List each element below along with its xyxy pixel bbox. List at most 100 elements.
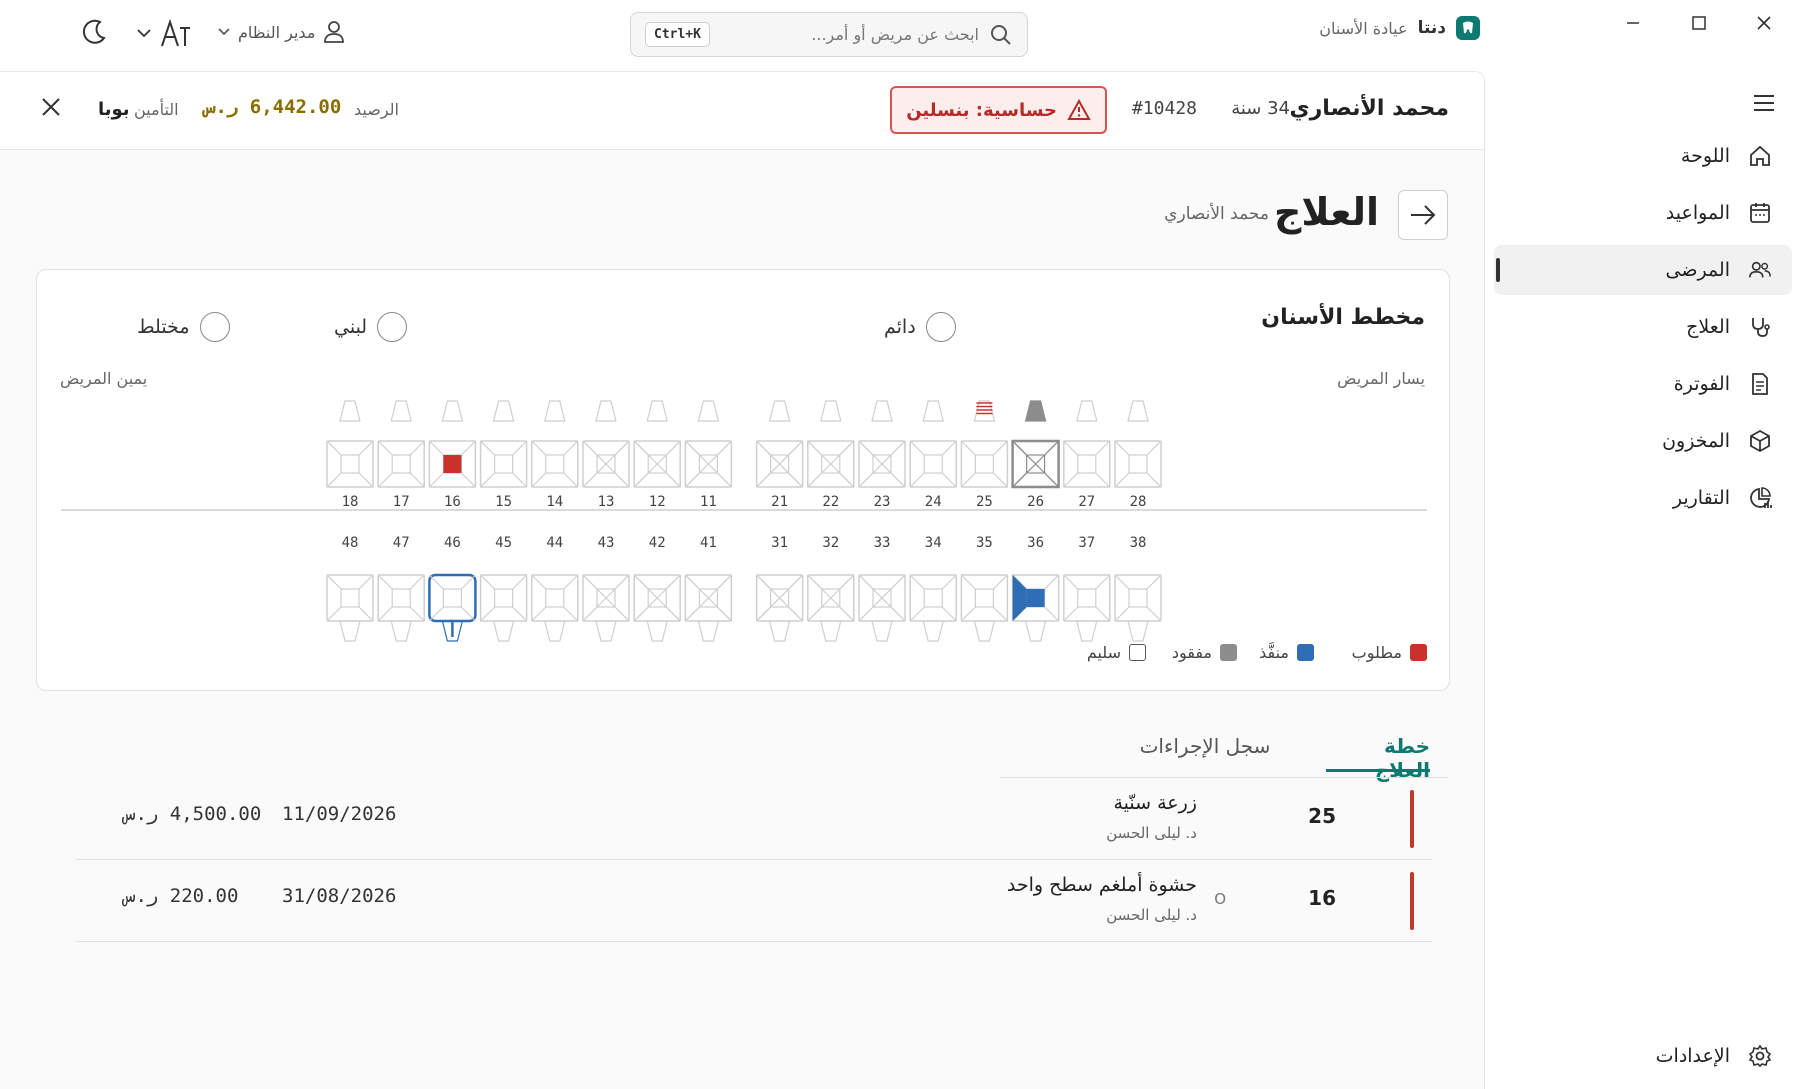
tooth-root — [768, 620, 791, 642]
status-bar — [1410, 872, 1414, 930]
tooth-44[interactable]: 44 — [531, 535, 579, 642]
tooth-47[interactable]: 47 — [377, 535, 425, 642]
tooth-number-label: 43 — [598, 535, 615, 551]
tooth-13[interactable]: 13 — [582, 400, 630, 510]
dentition-mixed-radio[interactable]: مختلط — [137, 312, 230, 342]
tooth-11[interactable]: 11 — [684, 400, 733, 510]
tooth-root — [922, 620, 944, 642]
tooth-number: 25 — [1308, 804, 1336, 828]
tooth-31[interactable]: 31 — [755, 535, 804, 642]
tab-treatment-plan[interactable]: خطة العلاج — [1326, 724, 1430, 782]
back-button[interactable] — [1398, 190, 1448, 240]
tooth-number-label: 38 — [1130, 535, 1147, 551]
tooth-root — [1076, 400, 1098, 422]
tooth-41[interactable]: 41 — [684, 535, 733, 642]
tooth-number-label: 34 — [925, 535, 942, 551]
tooth-37[interactable]: 37 — [1063, 535, 1111, 642]
close-patient-button[interactable] — [40, 96, 62, 118]
dentition-permanent-radio[interactable]: دائم — [884, 312, 956, 342]
tooth-12[interactable]: 12 — [633, 400, 681, 510]
tooth-28[interactable]: 28 — [1114, 400, 1162, 510]
font-size-icon — [137, 18, 190, 47]
dentition-primary-radio[interactable]: لبني — [334, 312, 408, 342]
tooth-root — [390, 400, 412, 422]
user-menu[interactable]: مدير النظام — [218, 20, 345, 44]
occlusal-surface — [391, 454, 411, 474]
tooth-48[interactable]: 48 — [326, 535, 374, 642]
tooth-16[interactable]: 16 — [428, 400, 477, 510]
sidebar-item-inventory[interactable]: المخزون — [1494, 416, 1792, 466]
sidebar: اللوحة المواعيد المرضى العلاج الفوترة ال… — [1485, 71, 1800, 1089]
occlusal-surface — [1077, 454, 1097, 474]
tooth-root — [544, 620, 566, 642]
sidebar-item-treatment[interactable]: العلاج — [1494, 302, 1792, 352]
legend-swatch — [1410, 644, 1427, 661]
tooth-number-label: 18 — [342, 494, 359, 510]
page-title: العلاج — [1274, 190, 1379, 234]
tooth-number-label: 22 — [822, 494, 839, 510]
balance-value: 6,442.00 ر.س — [204, 96, 342, 118]
tooth-chart: 18 17 16 15 14 13 12 11 21 22 23 24 25 26 27 28 48 47 46 45… — [61, 400, 1427, 642]
tooth-root — [973, 400, 996, 422]
minimize-window-button[interactable] — [1605, 8, 1661, 38]
tooth-27[interactable]: 27 — [1063, 400, 1111, 510]
tooth-15[interactable]: 15 — [479, 400, 528, 510]
tooth-21[interactable]: 21 — [755, 400, 804, 510]
tooth-number-label: 44 — [546, 535, 563, 551]
tooth-number-label: 13 — [598, 494, 615, 510]
sidebar-item-settings[interactable]: الإعدادات — [1494, 1031, 1792, 1081]
radio-label: لبني — [334, 316, 368, 338]
maximize-window-button[interactable] — [1671, 8, 1727, 38]
tooth-root — [1127, 620, 1149, 642]
search-shortcut-badge: Ctrl+K — [645, 22, 710, 47]
close-window-button[interactable] — [1736, 8, 1792, 38]
tooth-25[interactable]: 25 — [960, 400, 1009, 510]
tooth-number-label: 21 — [771, 494, 788, 510]
tooth-33[interactable]: 33 — [858, 535, 906, 642]
occlusal-surface — [974, 454, 995, 474]
tooth-43[interactable]: 43 — [582, 535, 630, 642]
tooth-35[interactable]: 35 — [960, 535, 1009, 642]
tooth-root — [1127, 400, 1149, 422]
sidebar-item-appointments[interactable]: المواعيد — [1494, 188, 1792, 238]
procedure-name: زرعة سنّية — [1113, 792, 1198, 814]
sidebar-item-patients[interactable]: المرضى — [1494, 245, 1792, 295]
sidebar-item-billing[interactable]: الفوترة — [1494, 359, 1792, 409]
patient-header: محمد الأنصاري 34 سنة #10428 حساسية: بنسل… — [0, 72, 1484, 150]
hamburger-icon — [1754, 95, 1774, 111]
menu-toggle-button[interactable] — [1752, 93, 1776, 113]
procedure-date: 11/09/2026 — [282, 803, 397, 825]
tooth-38[interactable]: 38 — [1114, 535, 1162, 642]
tooth-32[interactable]: 32 — [807, 535, 855, 642]
tooth-22[interactable]: 22 — [807, 400, 855, 510]
sidebar-item-dashboard[interactable]: اللوحة — [1494, 131, 1792, 181]
tooth-34[interactable]: 34 — [909, 535, 957, 642]
tab-procedure-log[interactable]: سجل الإجراءات — [1125, 724, 1285, 772]
tooth-24[interactable]: 24 — [909, 400, 957, 510]
patient-right-label: يمين المريض — [60, 369, 148, 388]
sidebar-item-reports[interactable]: التقارير — [1494, 473, 1792, 523]
occlusal-surface — [923, 588, 943, 608]
treatment-row[interactable]: 25 زرعة سنّية د. ليلى الحسن 11/09/2026 4… — [76, 778, 1432, 860]
patient-name: محمد الأنصاري — [1289, 96, 1449, 121]
close-icon — [1757, 16, 1771, 30]
tooth-46[interactable]: 46 — [428, 535, 477, 642]
tooth-42[interactable]: 42 — [633, 535, 681, 642]
tooth-root — [339, 400, 361, 422]
arrow-right-icon — [1411, 205, 1436, 225]
search-input[interactable]: ابحث عن مريض أو أمر... Ctrl+K — [630, 12, 1028, 57]
text-size-button[interactable] — [136, 18, 196, 50]
tooth-17[interactable]: 17 — [377, 400, 425, 510]
treatment-row[interactable]: 16 O حشوة أملغم سطح واحد د. ليلى الحسن 3… — [76, 860, 1432, 942]
occlusal-surface — [545, 454, 565, 474]
tooth-number-label: 12 — [649, 494, 666, 510]
tooth-18[interactable]: 18 — [326, 400, 374, 510]
tooth-number-label: 36 — [1027, 535, 1044, 551]
tooth-36[interactable]: 36 — [1011, 535, 1060, 642]
theme-toggle-button[interactable] — [80, 18, 108, 46]
tooth-26[interactable]: 26 — [1011, 400, 1060, 510]
tooth-45[interactable]: 45 — [479, 535, 528, 642]
tooth-14[interactable]: 14 — [531, 400, 579, 510]
tooth-23[interactable]: 23 — [858, 400, 906, 510]
doctor-name: د. ليلى الحسن — [1106, 906, 1197, 924]
